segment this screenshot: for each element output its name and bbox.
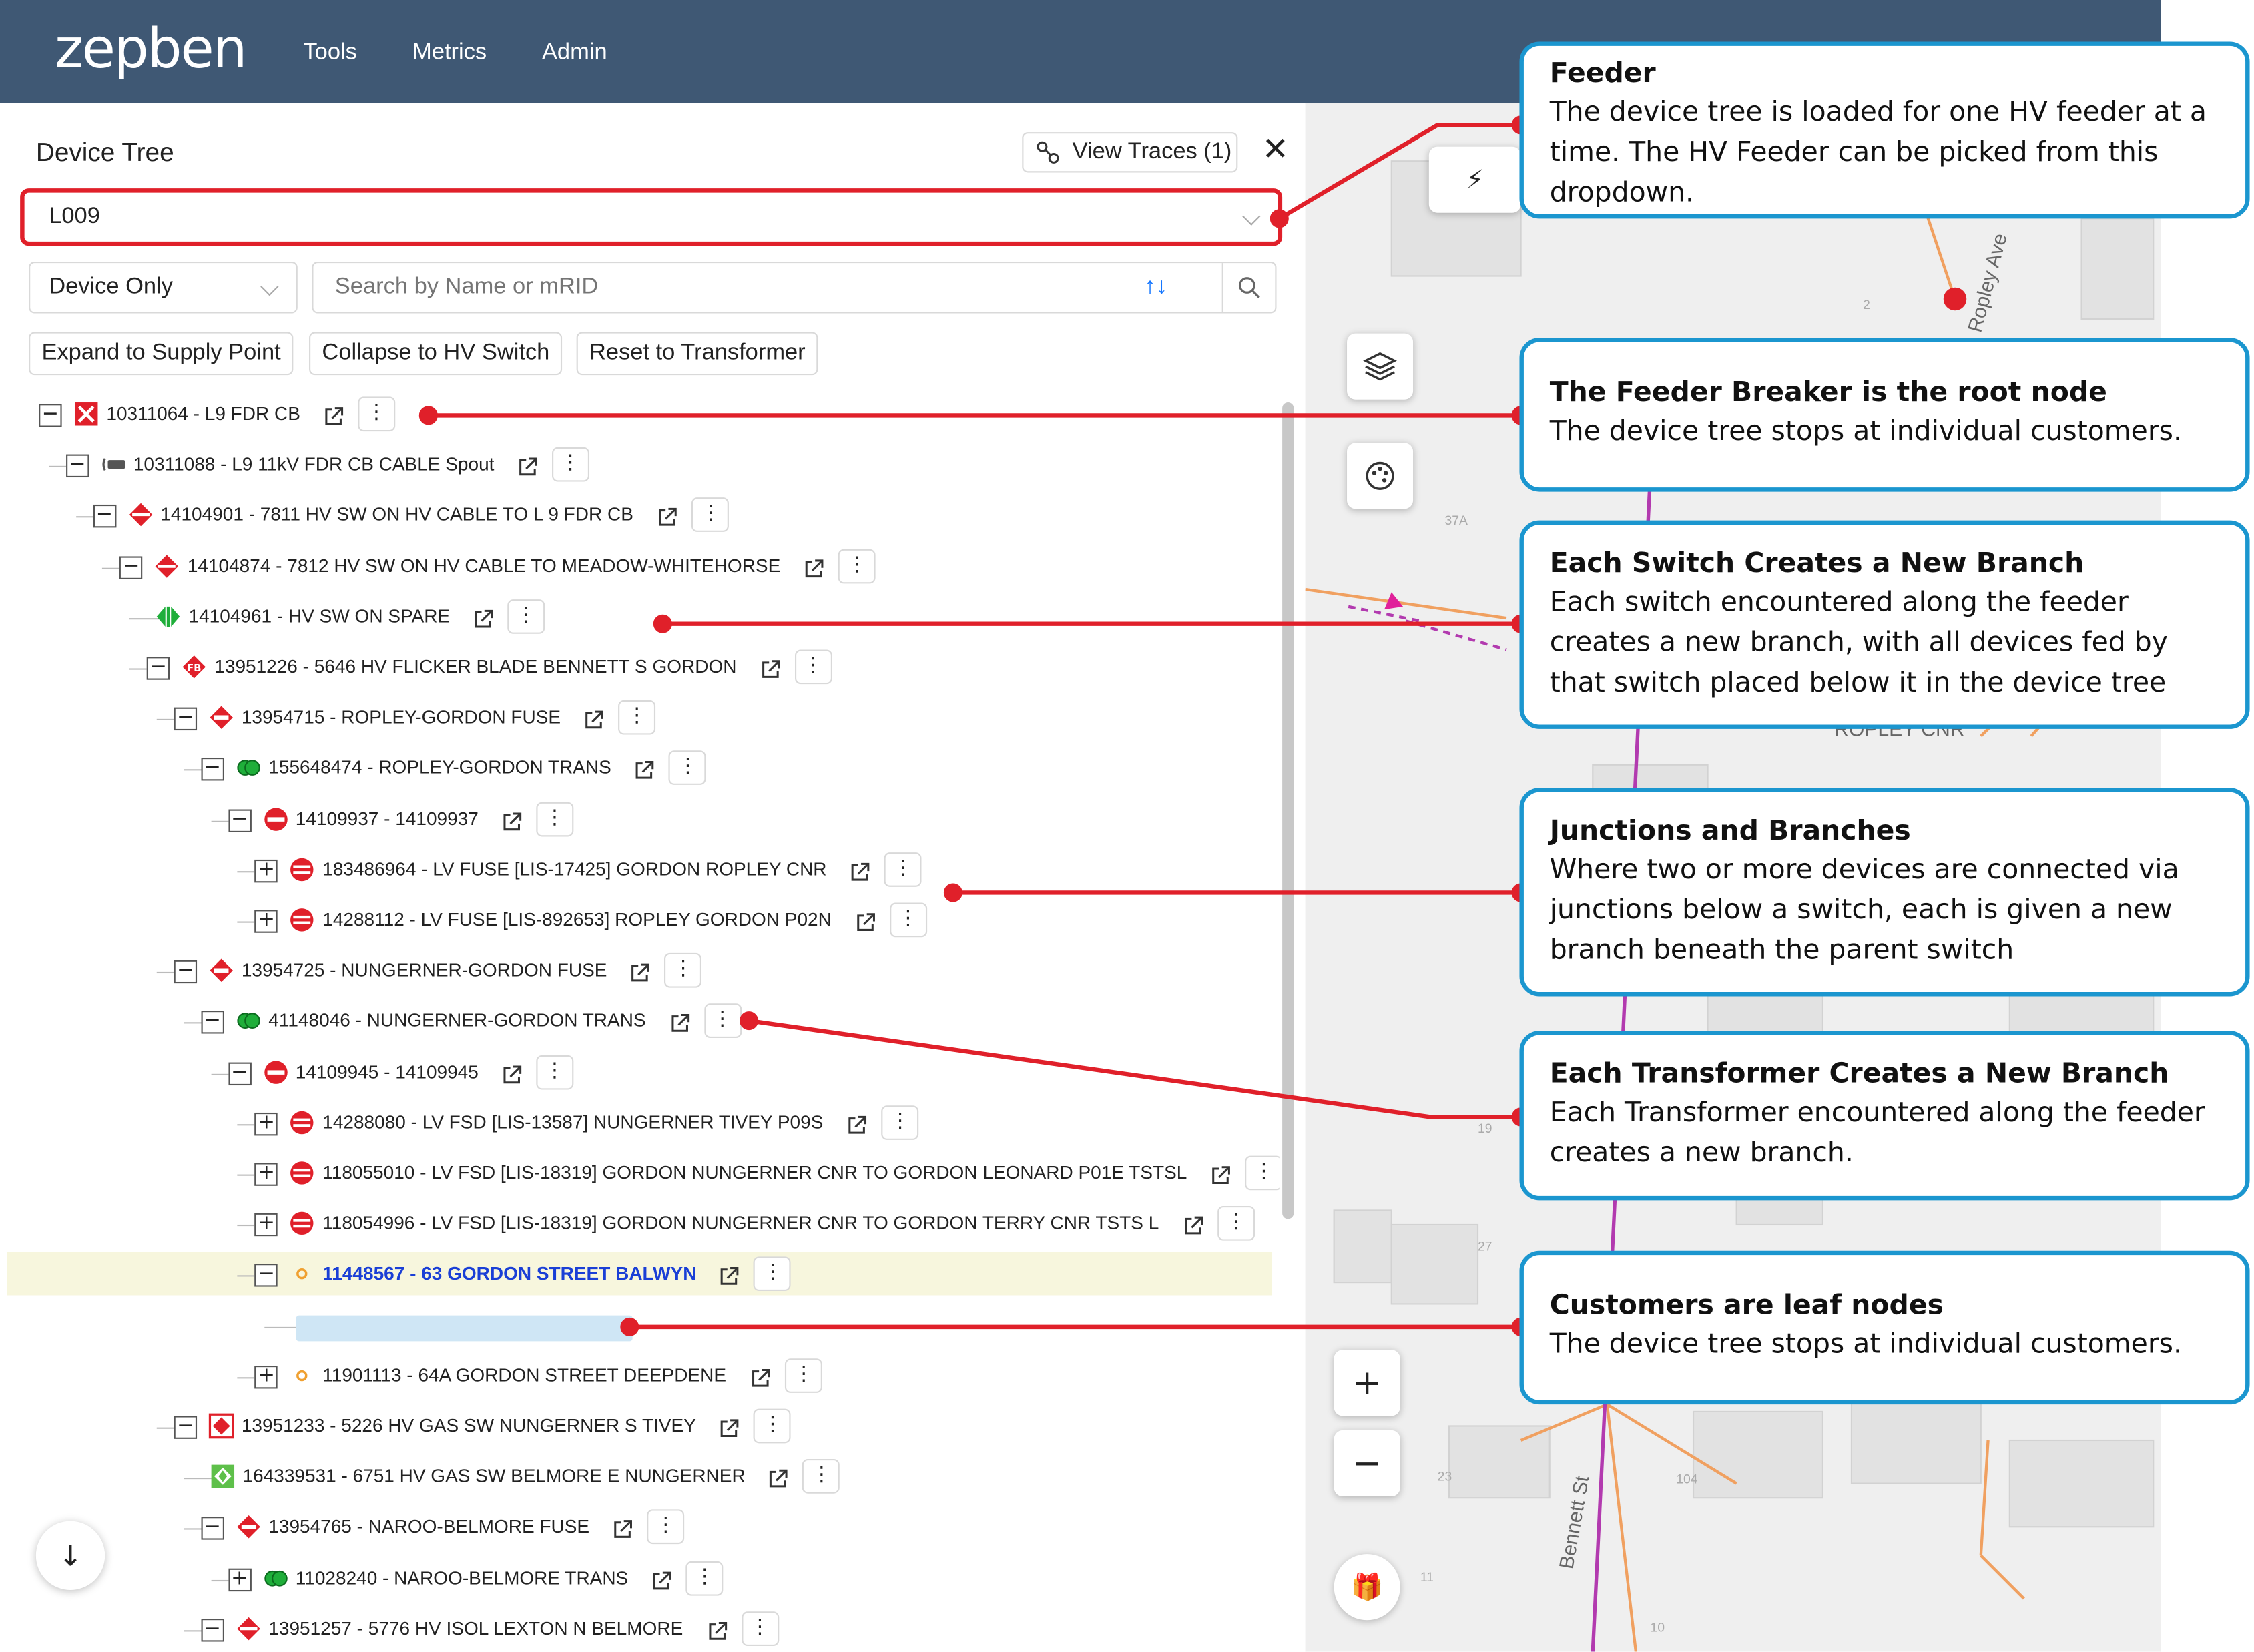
callout-junctions: Junctions and Branches Where two or more…: [1519, 788, 2250, 997]
callout-title: The Feeder Breaker is the root node: [1549, 376, 2107, 408]
callout-transformer-branch: Each Transformer Creates a New Branch Ea…: [1519, 1031, 2250, 1201]
callout-root-node: The Feeder Breaker is the root node The …: [1519, 338, 2250, 492]
callout-body: Each Transformer encountered along the f…: [1549, 1097, 2205, 1169]
callout-title: Feeder: [1549, 57, 1656, 89]
callout-switch-branch: Each Switch Creates a New Branch Each sw…: [1519, 520, 2250, 729]
callout-body: Where two or more devices are connected …: [1549, 854, 2179, 967]
callout-title: Junctions and Branches: [1549, 815, 1911, 847]
callout-title: Customers are leaf nodes: [1549, 1289, 1944, 1322]
callout-body: The device tree is loaded for one HV fee…: [1549, 96, 2207, 209]
callout-body: Each switch encountered along the feeder…: [1549, 586, 2168, 699]
callout-feeder: Feeder The device tree is loaded for one…: [1519, 41, 2250, 219]
callout-customers: Customers are leaf nodes The device tree…: [1519, 1250, 2250, 1405]
callout-body: The device tree stops at individual cust…: [1549, 415, 2183, 447]
callout-title: Each Transformer Creates a New Branch: [1549, 1058, 2169, 1090]
callout-title: Each Switch Creates a New Branch: [1549, 547, 2084, 579]
callout-body: The device tree stops at individual cust…: [1549, 1328, 2183, 1360]
